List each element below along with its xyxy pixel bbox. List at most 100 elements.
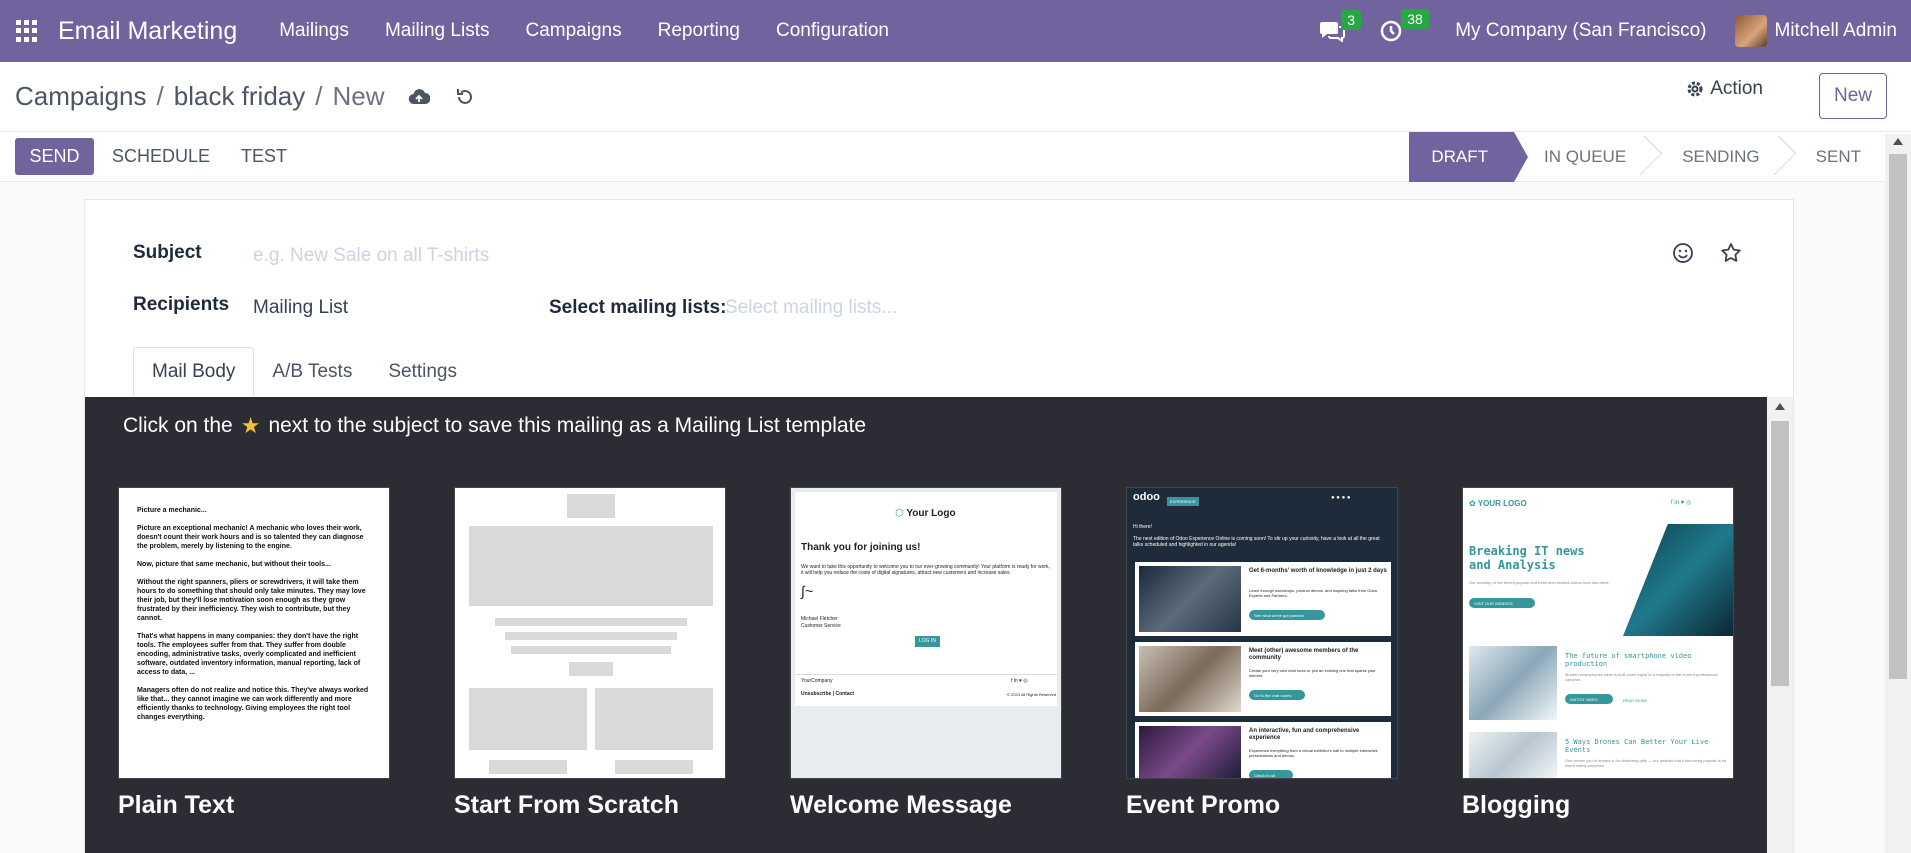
post-read-more: READ MORE (1623, 698, 1648, 703)
template-thumbnail[interactable]: ⬡ Your Logo Thank you for joining us! We… (790, 487, 1062, 779)
cloud-upload-icon[interactable] (407, 85, 431, 109)
template-blogging[interactable]: ✿ YOUR LOGO f in ♥ ◎ Breaking IT news an… (1462, 487, 1734, 820)
blog-headline: Breaking IT news and Analysis (1469, 544, 1585, 572)
clock-icon (1380, 20, 1402, 42)
favorite-star-icon[interactable] (1719, 241, 1743, 265)
blog-cta: VISIT OUR WEBSITE (1469, 598, 1535, 608)
placeholder-block (469, 526, 713, 606)
template-label[interactable]: Start From Scratch (454, 791, 726, 820)
menu-configuration[interactable]: Configuration (758, 20, 907, 42)
menu-mailing-lists[interactable]: Mailing Lists (367, 20, 508, 42)
tab-settings[interactable]: Settings (370, 347, 475, 397)
card-text: Create your very own chat room or join a… (1249, 668, 1376, 678)
menu-campaigns[interactable]: Campaigns (507, 20, 639, 42)
template-thumbnail[interactable]: odoo EXPERIENCE ● ● ● ● Hi there! The ne… (1126, 487, 1398, 779)
top-navbar: Email Marketing Mailings Mailing Lists C… (0, 0, 1911, 62)
template-label[interactable]: Event Promo (1126, 791, 1398, 820)
avatar[interactable] (1734, 15, 1767, 47)
template-start-from-scratch[interactable]: Start From Scratch (454, 487, 726, 820)
placeholder-block (595, 688, 713, 750)
hint-text-after: next to the subject to save this mailing… (268, 414, 867, 437)
messages-count-badge: 3 (1341, 10, 1361, 30)
card-title: Meet (other) awesome members of the comm… (1249, 648, 1359, 661)
event-greeting: Hi there! (1133, 524, 1152, 530)
card-title: An interactive, fun and comprehensive ex… (1249, 728, 1360, 741)
send-button[interactable]: SEND (15, 138, 94, 175)
stage-draft[interactable]: DRAFT (1409, 132, 1528, 182)
schedule-button[interactable]: SCHEDULE (112, 138, 210, 175)
star-icon: ★ (240, 413, 261, 438)
page-scrollbar[interactable] (1885, 134, 1911, 853)
template-thumbnail[interactable]: ✿ YOUR LOGO f in ♥ ◎ Breaking IT news an… (1462, 487, 1734, 779)
card-text: Learn through workshops, product demos, … (1249, 588, 1378, 598)
app-name[interactable]: Email Marketing (58, 17, 237, 46)
template-event-promo[interactable]: odoo EXPERIENCE ● ● ● ● Hi there! The ne… (1126, 487, 1398, 820)
template-welcome-message[interactable]: ⬡ Your Logo Thank you for joining us! We… (790, 487, 1062, 820)
hint-text-before: Click on the (123, 414, 233, 437)
tab-mail-body[interactable]: Mail Body (133, 347, 255, 397)
user-menu[interactable]: Mitchell Admin (1775, 20, 1898, 42)
footer-rights: © 2023 All Rights Reserved (1007, 692, 1056, 697)
template-thumbnail[interactable]: Picture a mechanic... Picture an excepti… (118, 487, 390, 779)
recipients-label: Recipients (133, 294, 230, 315)
template-plain-text[interactable]: Picture a mechanic... Picture an excepti… (118, 487, 390, 820)
action-label: Action (1710, 78, 1763, 99)
messages-button[interactable]: 3 (1319, 10, 1361, 42)
post-text: Modern smartphones have in-built zoom eq… (1565, 672, 1718, 682)
event-brand: odoo (1133, 491, 1160, 503)
discard-icon[interactable] (453, 85, 477, 109)
menu-mailings[interactable]: Mailings (261, 20, 367, 42)
social-icons: ● ● ● ● (1331, 495, 1351, 501)
template-thumbnail[interactable] (454, 487, 726, 779)
stage-in-queue[interactable]: IN QUEUE (1514, 132, 1652, 182)
event-card: Meet (other) awesome members of the comm… (1135, 642, 1391, 716)
preview-line: Without the right spanners, pliers or sc… (137, 579, 366, 622)
emoji-icon[interactable] (1671, 241, 1695, 265)
logo-text: Your Logo (906, 508, 956, 519)
breadcrumb-current: New (332, 81, 385, 111)
breadcrumb-black-friday[interactable]: black friday (174, 81, 306, 112)
activities-button[interactable]: 38 (1379, 9, 1429, 43)
mailing-lists-input[interactable]: Select mailing lists... (725, 297, 897, 319)
scroll-up-icon[interactable] (1893, 138, 1903, 145)
subject-input[interactable]: e.g. New Sale on all T-shirts (253, 245, 489, 267)
tab-ab-tests[interactable]: A/B Tests (254, 347, 370, 397)
template-scrollbar[interactable] (1767, 397, 1793, 853)
signature-icon: ∫~ (801, 583, 814, 599)
placeholder-block (469, 688, 587, 750)
preview-line: Now, picture that same mechanic, but wit… (137, 561, 331, 568)
post-title: The future of smartphone video productio… (1565, 652, 1692, 668)
new-button[interactable]: New (1819, 73, 1887, 119)
test-button[interactable]: TEST (241, 138, 287, 175)
template-label[interactable]: Blogging (1462, 791, 1734, 820)
placeholder-block (489, 760, 567, 774)
template-label[interactable]: Plain Text (118, 791, 390, 820)
page-scroll-thumb[interactable] (1889, 154, 1907, 679)
template-label[interactable]: Welcome Message (790, 791, 1062, 820)
placeholder-block (615, 760, 693, 774)
footer-company: YourCompany (801, 678, 833, 684)
placeholder-block (569, 662, 613, 676)
scroll-up-icon[interactable] (1775, 403, 1785, 410)
welcome-signer: Michael Fletcher (801, 616, 838, 622)
welcome-signer-role: Customer Service (801, 623, 841, 629)
footer-links: Unsubscribe | Contact (801, 691, 855, 697)
blog-sub: Our roundup of the recent popular and fr… (1469, 580, 1609, 585)
preview-line: That's what happens in many companies: t… (137, 633, 361, 676)
stage-photo (1139, 726, 1241, 778)
menu-reporting[interactable]: Reporting (640, 20, 758, 42)
template-hint: Click on the ★ next to the subject to sa… (123, 413, 866, 439)
speaker-photo (1139, 566, 1241, 632)
template-scroll-thumb[interactable] (1771, 421, 1789, 686)
social-icons: f in ♥ ◎ (1671, 500, 1692, 506)
apps-menu-icon[interactable] (16, 20, 38, 42)
recipients-select[interactable]: Mailing List (253, 297, 348, 319)
action-menu-button[interactable]: Action (1686, 78, 1763, 100)
placeholder-block (567, 494, 615, 518)
card-text: Experience everything from a virtual exh… (1249, 748, 1378, 758)
stage-sent[interactable]: SENT (1786, 132, 1887, 182)
company-switcher[interactable]: My Company (San Francisco) (1455, 20, 1706, 42)
breadcrumb-campaigns[interactable]: Campaigns (15, 81, 147, 112)
stage-sending[interactable]: SENDING (1652, 132, 1785, 182)
plain-text-preview: Picture a mechanic... Picture an excepti… (119, 488, 389, 749)
